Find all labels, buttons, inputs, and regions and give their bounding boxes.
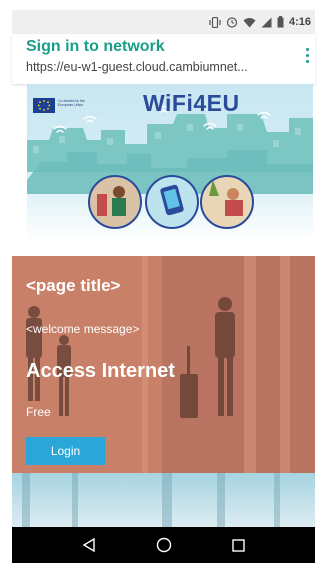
brand-logo: WiFi4EU bbox=[143, 90, 240, 116]
page-title: Sign in to network bbox=[26, 38, 165, 55]
clock: 4:16 bbox=[288, 16, 311, 28]
floor-background bbox=[12, 473, 315, 527]
eu-caption: Co-funded by the European Union bbox=[58, 99, 85, 107]
vibrate-icon bbox=[209, 16, 221, 28]
portal-header: Sign in to network https://eu-w1-guest.c… bbox=[12, 34, 315, 84]
recents-icon[interactable] bbox=[232, 538, 245, 552]
portal-page-title: <page title> bbox=[26, 276, 121, 295]
access-heading: Access Internet bbox=[26, 360, 175, 382]
status-bar: 4:16 bbox=[12, 10, 315, 34]
wifi4eu-banner: Co-funded by the European Union WiFi4EU bbox=[27, 84, 313, 241]
plan-label: Free bbox=[26, 405, 51, 419]
battery-icon bbox=[277, 16, 284, 28]
login-panel: <page title> <welcome message> Access In… bbox=[12, 256, 315, 473]
url-text: https://eu-w1-guest.cloud.cambiumnet... bbox=[26, 60, 248, 74]
home-icon[interactable] bbox=[156, 537, 172, 553]
android-nav-bar bbox=[12, 527, 315, 563]
signal-icon bbox=[261, 17, 272, 28]
alarm-icon bbox=[226, 16, 238, 28]
login-button[interactable]: Login bbox=[26, 437, 105, 465]
back-icon[interactable] bbox=[82, 538, 96, 552]
wifi-icon bbox=[243, 17, 256, 28]
welcome-message: <welcome message> bbox=[26, 322, 140, 336]
overflow-menu-icon[interactable] bbox=[303, 48, 311, 63]
eu-flag-icon bbox=[33, 98, 55, 113]
